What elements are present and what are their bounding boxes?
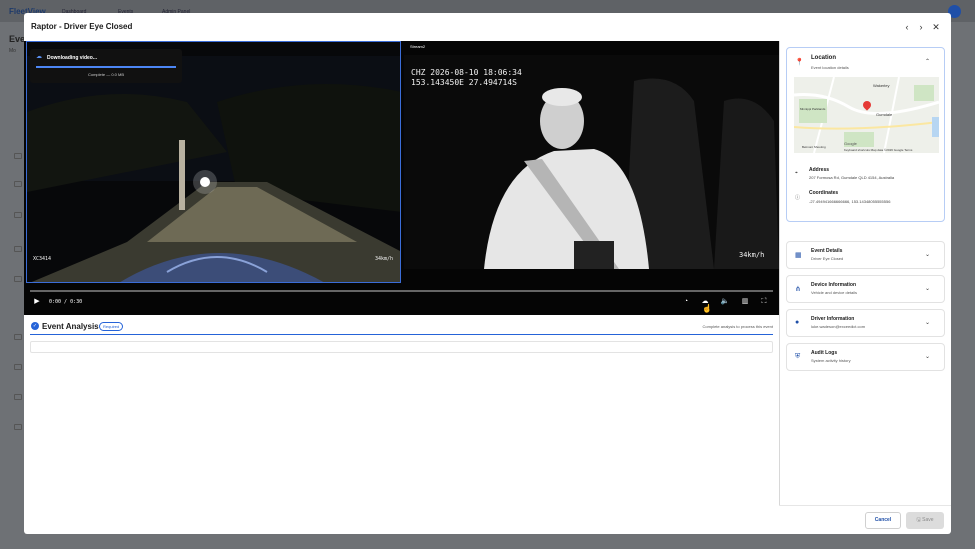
chevron-down-icon[interactable]: ⌄	[925, 319, 930, 326]
background-row-checkbox	[14, 424, 22, 430]
download-title: Downloading video...	[47, 55, 97, 61]
location-pin-icon: ⌖	[795, 170, 798, 176]
details-sidebar: 📍 Location Event location details ⌃ Wake…	[779, 41, 951, 505]
save-label: Save	[922, 517, 934, 523]
download-progress-bar	[36, 66, 176, 68]
background-row-checkbox	[14, 276, 22, 282]
chevron-right-icon[interactable]: ›	[915, 21, 927, 33]
background-row-checkbox	[14, 246, 22, 252]
event-analysis-title: Event Analysis	[42, 322, 99, 331]
modal-title: Raptor - Driver Eye Closed	[31, 22, 133, 31]
background-page-subtitle: Mo	[9, 48, 16, 54]
cloud-download-icon: ☁	[36, 54, 42, 60]
play-icon[interactable]: ▶	[32, 297, 42, 307]
event-details-title: Event Details	[811, 248, 843, 254]
location-map[interactable]: Wakerley Gumdale Minnippi Parklands Belm…	[794, 77, 939, 153]
download-progress-fill	[36, 66, 176, 68]
chevron-left-icon[interactable]: ‹	[901, 21, 913, 33]
stream2-timestamp-osd: CHZ 2026-08-10 18:06:34	[411, 68, 522, 77]
stream1-speed-osd: 34km/h	[375, 256, 394, 262]
google-logo: Google	[844, 141, 857, 146]
map-label-wakerley: Wakerley	[873, 83, 890, 88]
download-status: Complete — 0.0 MB	[87, 72, 124, 77]
volume-icon[interactable]: 🔈	[719, 297, 731, 307]
layout-toggle-icon[interactable]: ▥	[739, 297, 751, 307]
stream2-video[interactable]: Stream2 CHZ 2026-08-10 18:06:34 153.1434…	[404, 41, 779, 283]
chevron-down-icon[interactable]: ⌄	[925, 353, 930, 360]
event-modal: Raptor - Driver Eye Closed ‹ › ✕ XC3414 …	[24, 13, 951, 534]
chevron-down-icon[interactable]: ⌄	[925, 251, 930, 258]
background-row-checkbox	[14, 181, 22, 187]
stream1-id-osd: XC3414	[33, 256, 52, 262]
address-label: Address	[809, 167, 830, 173]
chevron-up-icon[interactable]: ⌃	[925, 58, 930, 65]
coordinates-value: -27.494941666666666, 153.14348055555556	[809, 199, 891, 204]
audit-logs-card[interactable]: ⛨ Audit Logs System activity history ⌄	[786, 343, 945, 371]
fullscreen-icon[interactable]: ⛶	[758, 297, 770, 307]
speed-gauge-icon[interactable]: ◔	[680, 297, 692, 307]
map-tiles	[794, 77, 939, 153]
location-pin-icon: 📍	[795, 59, 804, 66]
audit-logs-subtitle: System activity history	[811, 358, 851, 363]
info-icon: ⓘ	[795, 195, 801, 201]
pointer-cursor-icon: ☝	[702, 304, 712, 313]
event-analysis-hint: Complete analysis to process this event	[702, 324, 773, 329]
coordinates-label: Coordinates	[809, 190, 839, 196]
event-details-subtitle: Driver Eye Closed	[811, 256, 844, 261]
event-analysis-header: ✓ Event Analysis Required Complete analy…	[30, 319, 773, 335]
stream2-speed-osd: 34km/h	[739, 251, 765, 259]
check-circle-icon: ✓	[31, 322, 39, 330]
close-icon[interactable]: ✕	[930, 21, 942, 33]
driver-information-subtitle: luke.wadeson@exceedict.com	[811, 324, 866, 329]
map-label-belmont: Belmont Shooting	[802, 145, 826, 149]
audit-logs-title: Audit Logs	[811, 350, 838, 356]
cancel-button[interactable]: Cancel	[865, 512, 901, 529]
map-footer[interactable]: Keyboard shortcuts Map data ©2026 Google…	[844, 148, 912, 152]
driver-information-title: Driver Information	[811, 316, 855, 322]
download-toast: ☁ Downloading video... Complete — 0.0 MB	[30, 49, 182, 83]
modal-header: Raptor - Driver Eye Closed ‹ › ✕	[24, 13, 951, 41]
playback-progress-track[interactable]	[30, 290, 773, 292]
background-row-checkbox	[14, 394, 22, 400]
shield-icon: ⛨	[795, 353, 801, 360]
location-card: 📍 Location Event location details ⌃ Wake…	[786, 47, 945, 222]
modal-footer: Cancel 🖫 Save	[779, 505, 951, 534]
background-page-title: Eve	[9, 34, 26, 44]
event-analysis-field[interactable]	[30, 341, 773, 353]
required-badge: Required	[99, 322, 124, 331]
background-row-checkbox	[14, 153, 22, 159]
event-details-card[interactable]: ▦ Event Details Driver Eye Closed ⌄	[786, 241, 945, 269]
location-title: Location	[811, 55, 836, 61]
device-information-card[interactable]: ⋔ Device Information Vehicle and device …	[786, 275, 945, 303]
background-row-checkbox	[14, 364, 22, 370]
background-row-checkbox	[14, 212, 22, 218]
driver-information-card[interactable]: ● Driver Information luke.wadeson@exceed…	[786, 309, 945, 337]
person-icon: ●	[795, 319, 800, 326]
map-label-gumdale: Gumdale	[876, 112, 893, 117]
device-information-subtitle: Vehicle and device details	[811, 290, 858, 295]
stream2-coords-osd: 153.143450E 27.494714S	[411, 78, 517, 87]
map-label-parklands: Minnippi Parklands	[800, 107, 826, 111]
network-icon: ⋔	[795, 286, 801, 293]
save-button[interactable]: 🖫 Save	[906, 512, 944, 529]
device-information-title: Device Information	[811, 282, 857, 288]
event-analysis-section: ✓ Event Analysis Required Complete analy…	[24, 315, 779, 534]
video-player: XC3414 34km/h Stream2 CHZ 2026-08-10 18:…	[24, 41, 779, 315]
background-row-checkbox	[14, 334, 22, 340]
address-value: 207 Formosa Rd, Gumdale QLD 4154, Austra…	[809, 175, 895, 180]
stream2-label: Stream2	[410, 44, 426, 49]
playback-time: 0:00 / 0:30	[49, 299, 83, 305]
calendar-icon: ▦	[795, 252, 802, 259]
chevron-down-icon[interactable]: ⌄	[925, 285, 930, 292]
location-subtitle: Event location details	[811, 65, 849, 70]
